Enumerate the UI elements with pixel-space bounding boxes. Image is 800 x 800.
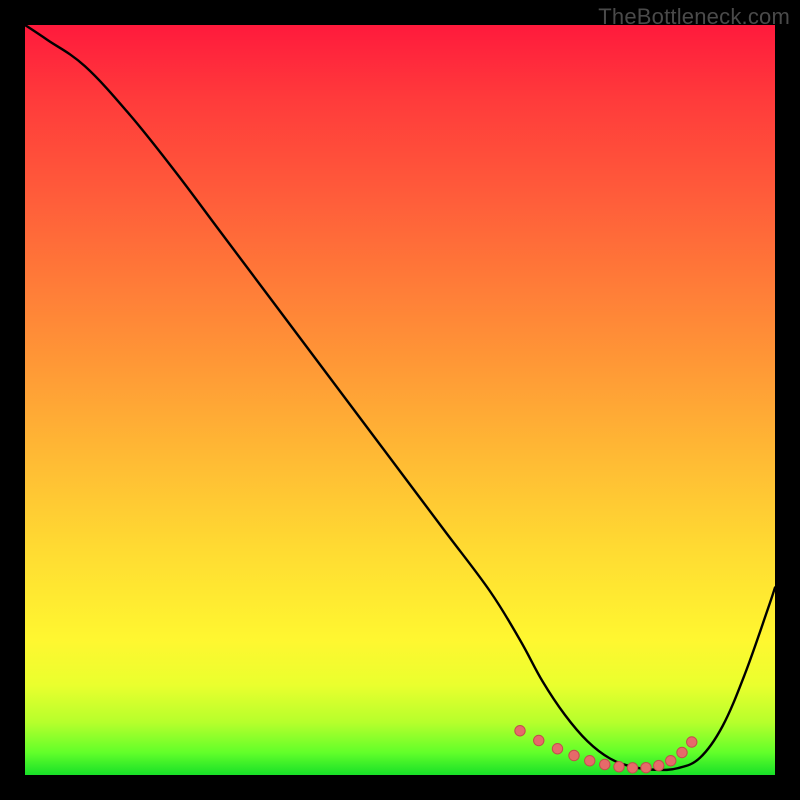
watermark-text: TheBottleneck.com bbox=[598, 4, 790, 30]
marker-dot bbox=[552, 744, 562, 754]
marker-dot bbox=[687, 737, 697, 747]
optimal-range-markers bbox=[515, 726, 697, 774]
marker-dot bbox=[569, 750, 579, 760]
marker-dot bbox=[677, 747, 687, 757]
chart-frame: TheBottleneck.com bbox=[0, 0, 800, 800]
marker-dot bbox=[585, 756, 595, 766]
bottleneck-curve-svg bbox=[25, 25, 775, 775]
marker-dot bbox=[627, 763, 637, 773]
bottleneck-curve bbox=[25, 25, 775, 770]
marker-dot bbox=[515, 726, 525, 736]
marker-dot bbox=[614, 762, 624, 772]
marker-dot bbox=[534, 735, 544, 745]
marker-dot bbox=[641, 762, 651, 772]
plot-area bbox=[25, 25, 775, 775]
marker-dot bbox=[654, 760, 664, 770]
marker-dot bbox=[600, 759, 610, 769]
marker-dot bbox=[666, 756, 676, 766]
